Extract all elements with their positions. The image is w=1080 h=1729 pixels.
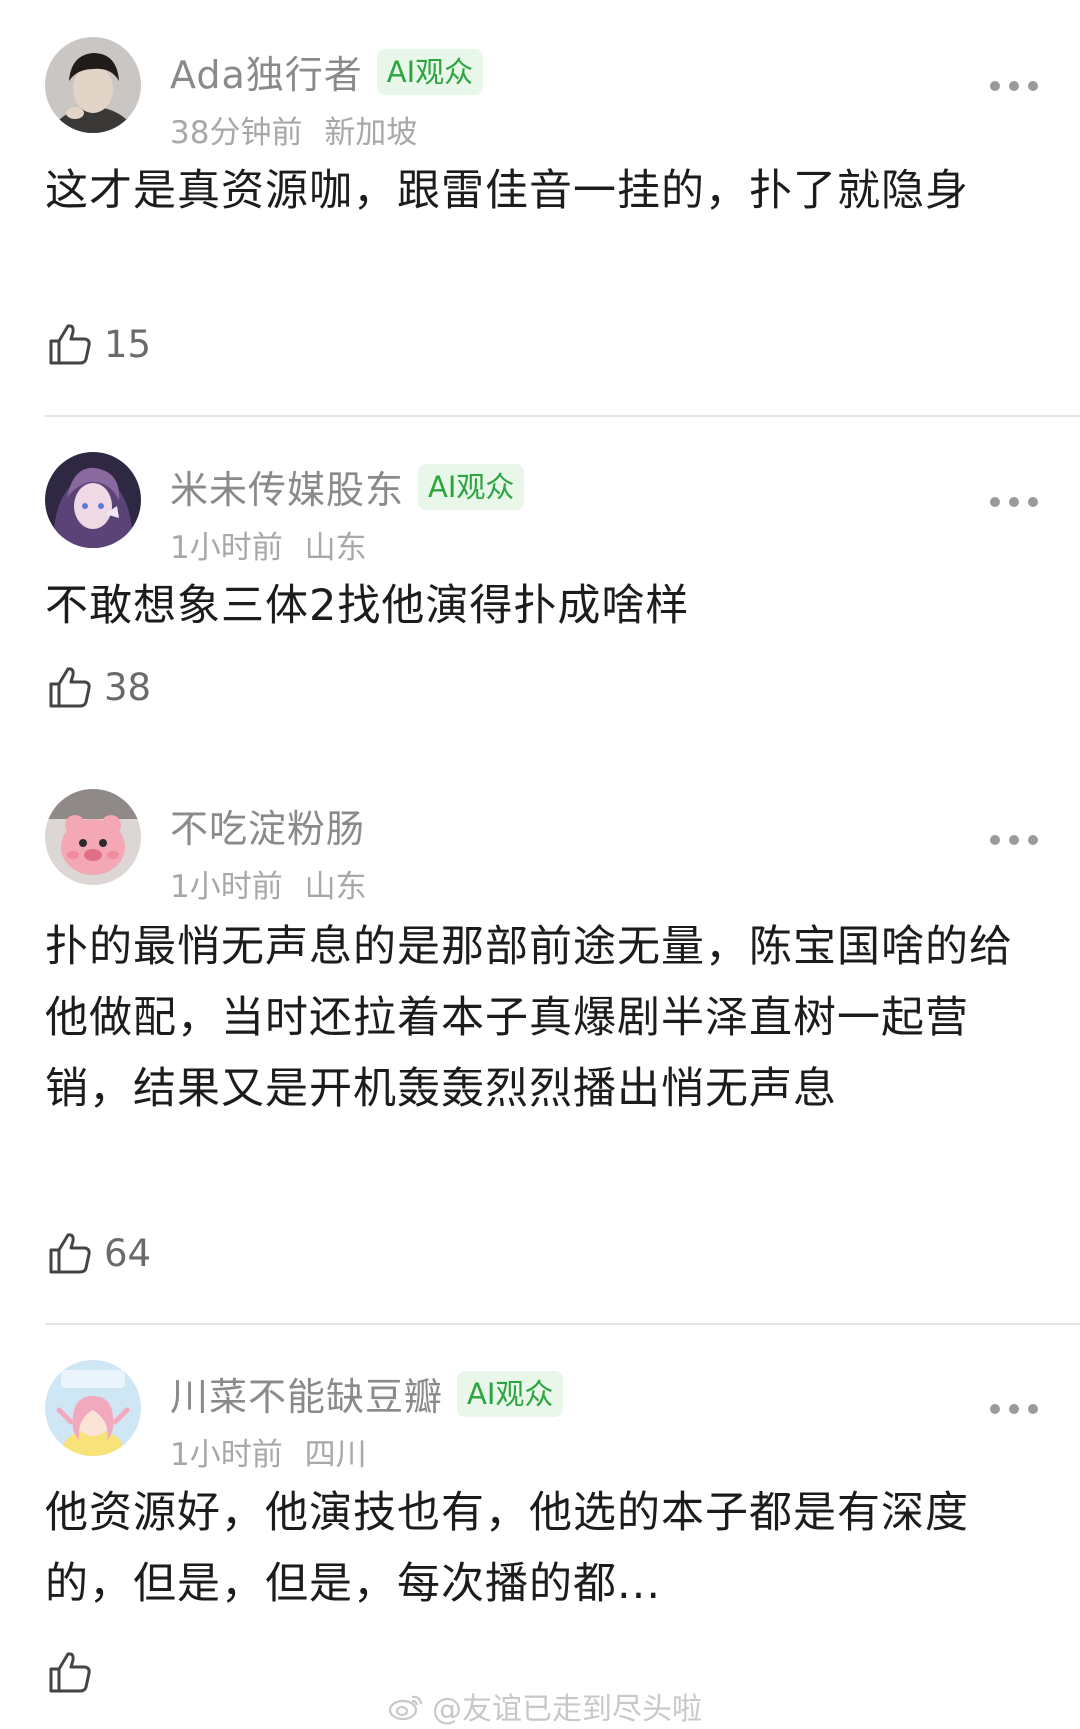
location: 四川 [304,1437,367,1473]
avatar[interactable] [45,37,141,133]
watermark-text: @友谊已走到尽头啦 [432,1692,702,1727]
more-button[interactable] [990,492,1038,512]
comment-feed: Ada独行者 AI观众 38分钟前 新加坡 这才是真资源咖，跟雷佳音一挂的，扑了… [0,0,1080,1729]
more-dots-icon [990,1404,1000,1414]
like-button[interactable]: 15 [48,322,151,366]
weibo-logo-icon [388,1695,423,1721]
comment-meta: 米未传媒股东 AI观众 1小时前 山东 [170,459,525,567]
location: 新加坡 [324,115,418,151]
timestamp: 1小时前 [170,1437,283,1473]
ai-audience-badge: AI观众 [376,48,484,95]
username[interactable]: 不吃淀粉肠 [170,798,365,853]
comment-text: 他资源好，他演技也有，他选的本子都是有深度的，但是，但是，每次播的都... [45,1488,969,1609]
avatar[interactable] [45,789,141,885]
timestamp: 1小时前 [170,530,283,566]
watermark: @友谊已走到尽头啦 [388,1684,702,1728]
username[interactable]: 川菜不能缺豆瓣 [170,1366,443,1421]
comment-text: 不敢想象三体2找他演得扑成啥样 [45,581,690,631]
username[interactable]: Ada独行者 [170,44,363,99]
more-dots-icon [990,81,1000,91]
more-button[interactable] [990,76,1038,96]
ai-audience-badge: AI观众 [418,463,525,510]
more-button[interactable] [990,1399,1038,1419]
like-button[interactable]: 64 [48,1231,151,1275]
like-count: 38 [104,665,152,709]
more-button[interactable] [990,830,1038,850]
avatar[interactable] [45,1360,141,1456]
divider [45,1323,1080,1325]
comment-text: 扑的最悄无声息的是那部前途无量，陈宝国啥的给他做配，当时还拉着本子真爆剧半泽直树… [45,922,1013,1114]
location: 山东 [304,869,367,905]
timestamp: 1小时前 [170,869,283,905]
comment-text: 这才是真资源咖，跟雷佳音一挂的，扑了就隐身 [45,166,969,216]
like-button[interactable]: 38 [48,665,151,709]
comment-meta: 川菜不能缺豆瓣 AI观众 1小时前 四川 [170,1366,564,1474]
comment-meta: Ada独行者 AI观众 38分钟前 新加坡 [170,44,484,152]
divider [45,415,1080,417]
timestamp: 38分钟前 [170,115,303,151]
like-count: 64 [104,1231,152,1275]
ai-audience-badge: AI观众 [457,1370,564,1417]
like-count: 15 [104,322,152,366]
more-dots-icon [990,835,1000,845]
avatar[interactable] [45,452,141,548]
more-dots-icon [990,497,1000,507]
username[interactable]: 米未传媒股东 [170,459,404,514]
thumbs-up-icon [49,667,91,708]
thumbs-up-icon [49,1652,91,1693]
comment-meta: 不吃淀粉肠 1小时前 山东 [170,798,367,906]
thumbs-up-icon [49,1233,91,1274]
location: 山东 [304,530,367,566]
like-button[interactable] [48,1650,92,1694]
thumbs-up-icon [49,324,91,365]
